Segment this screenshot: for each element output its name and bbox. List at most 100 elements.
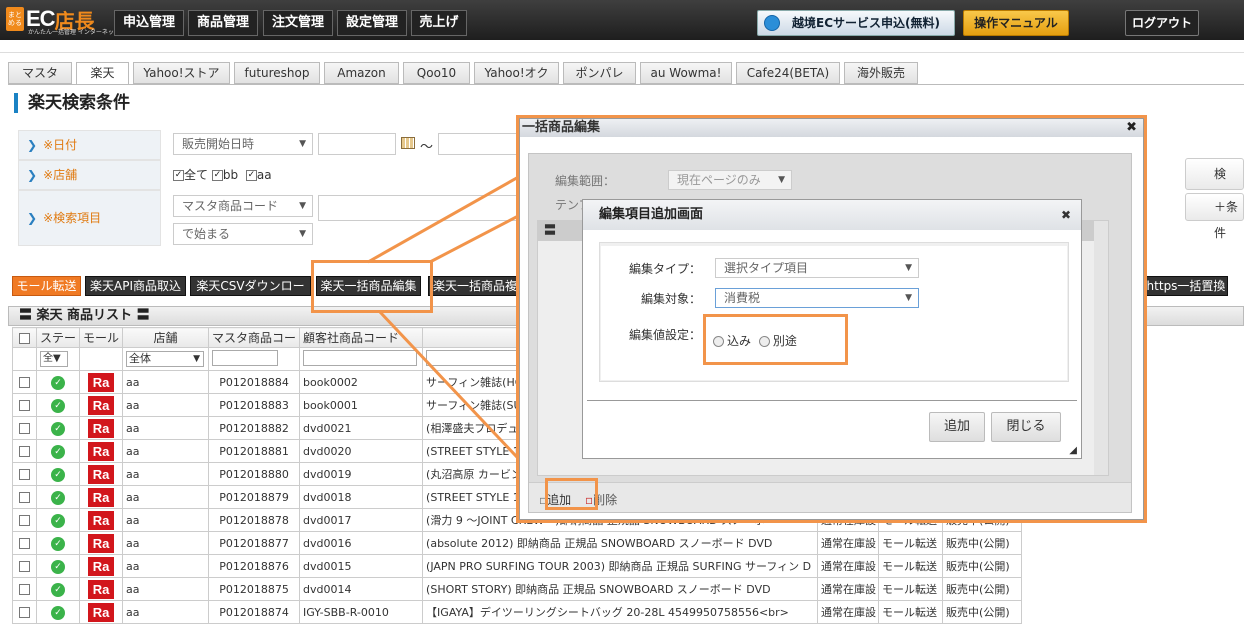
filter-master-input[interactable] bbox=[212, 349, 279, 366]
filter-store-select[interactable]: 全体 ▼ bbox=[126, 351, 205, 367]
filter-status-value: 全 bbox=[43, 353, 53, 364]
tab-cafe24[interactable]: Cafe24(BETA) bbox=[736, 62, 840, 84]
filter-master-cell bbox=[208, 347, 301, 371]
row-checkbox[interactable] bbox=[19, 423, 30, 434]
status-cell: ✓ bbox=[35, 554, 81, 578]
nav-apply[interactable]: 申込管理 bbox=[114, 10, 184, 36]
mall-transfer-button[interactable]: モール転送 bbox=[12, 276, 81, 296]
check-circle-icon: ✓ bbox=[51, 398, 65, 413]
product-name-cell[interactable]: (JAPN PRO SURFING TOUR 2003) 即納商品 正規品 SU… bbox=[422, 554, 819, 578]
filter-name-input[interactable] bbox=[426, 349, 527, 366]
logout-button[interactable]: ログアウト bbox=[1125, 10, 1199, 36]
csv-download-button[interactable]: 楽天CSVダウンロード bbox=[190, 276, 311, 311]
row-checkbox[interactable] bbox=[19, 561, 30, 572]
table-row[interactable]: ✓ Ra aa P012018875 dvd0014 (SHORT STORY) 即納商品… bbox=[12, 577, 1023, 601]
chevron-right-icon: ❯ bbox=[27, 138, 38, 152]
tab-futureshop[interactable]: futureshop bbox=[234, 62, 320, 84]
row-checkbox[interactable] bbox=[19, 607, 30, 618]
col-master-code[interactable]: マスタ商品コー bbox=[208, 327, 301, 348]
tab-rakuten[interactable]: 楽天 bbox=[76, 62, 129, 85]
date-label: ※日付 bbox=[43, 138, 78, 152]
check-circle-icon: ✓ bbox=[51, 513, 65, 528]
https-replace-button[interactable]: https一括置換 bbox=[1144, 276, 1228, 296]
search-button[interactable]: 検 bbox=[1185, 158, 1244, 190]
row-select-cell bbox=[12, 531, 37, 555]
date-from-input[interactable] bbox=[318, 133, 396, 155]
filter-status-select[interactable]: 全▼ bbox=[40, 351, 68, 367]
status-cell: ✓ bbox=[35, 485, 81, 509]
search-field-select[interactable]: マスタ商品コード ▼ bbox=[173, 195, 313, 217]
global-ec-button[interactable]: 越境ECサービス申込(無料) bbox=[757, 10, 955, 36]
row-checkbox[interactable] bbox=[19, 446, 30, 457]
rakuten-badge: Ra bbox=[88, 556, 115, 576]
tab-qoo10[interactable]: Qoo10 bbox=[403, 62, 470, 84]
app-logo[interactable]: まとめる EC 店長 かんたん一括管理 インターネットショップ bbox=[6, 5, 144, 36]
row-checkbox[interactable] bbox=[19, 538, 30, 549]
col-customer-code[interactable]: 顧客社商品コード bbox=[299, 327, 424, 348]
master-code-cell: P012018878 bbox=[208, 508, 301, 532]
sale-status-cell: 販売中(公開) bbox=[942, 600, 1023, 624]
product-name-cell[interactable]: (SHORT STORY) 即納商品 正規品 SNOWBOARD スノーボード … bbox=[422, 577, 819, 601]
api-import-button[interactable]: 楽天API商品取込 bbox=[85, 276, 186, 296]
nav-sales[interactable]: 売上げ bbox=[411, 10, 467, 36]
tab-amazon[interactable]: Amazon bbox=[324, 62, 399, 84]
checkbox-bb[interactable]: ✓ bbox=[211, 170, 223, 181]
date-type-select[interactable]: 販売開始日時 ▼ bbox=[173, 133, 313, 155]
row-checkbox[interactable] bbox=[19, 377, 30, 388]
filter-blank bbox=[79, 347, 124, 371]
store-cell: aa bbox=[122, 531, 210, 555]
calendar-icon[interactable] bbox=[401, 137, 415, 149]
row-checkbox[interactable] bbox=[19, 469, 30, 480]
product-name-cell[interactable]: 【IGAYA】デイツーリングシートバッグ 20-28L 454995075855… bbox=[422, 600, 819, 624]
tab-wowma[interactable]: au Wowma! bbox=[640, 62, 732, 84]
customer-code-cell: dvd0018 bbox=[299, 485, 424, 509]
tab-master[interactable]: マスタ bbox=[8, 62, 72, 84]
bulk-copy-button[interactable]: 楽天一括商品複 bbox=[428, 276, 519, 296]
product-name-cell[interactable]: (absolute 2012) 即納商品 正規品 SNOWBOARD スノーボー… bbox=[422, 531, 819, 555]
customer-code-cell: dvd0020 bbox=[299, 439, 424, 463]
search-item-label: ※検索項目 bbox=[43, 211, 102, 225]
stock-cell: 通常在庫設 bbox=[817, 554, 880, 578]
tab-yahoo-store[interactable]: Yahoo!ストア bbox=[133, 62, 230, 84]
manual-button[interactable]: 操作マニュアル bbox=[963, 10, 1069, 36]
checkbox-all[interactable]: ✓ bbox=[173, 170, 184, 181]
customer-code-cell: dvd0021 bbox=[299, 416, 424, 440]
match-type-select[interactable]: で始まる ▼ bbox=[173, 223, 313, 245]
row-checkbox[interactable] bbox=[19, 584, 30, 595]
mall-cell: Ra bbox=[79, 370, 124, 394]
highlight-tax-option bbox=[703, 314, 848, 365]
table-row[interactable]: ✓ Ra aa P012018876 dvd0015 (JAPN PRO SURFING … bbox=[12, 554, 1023, 578]
date-to-input[interactable] bbox=[438, 133, 518, 155]
status-cell: ✓ bbox=[35, 416, 81, 440]
col-mall[interactable]: モール bbox=[79, 327, 124, 348]
nav-settings[interactable]: 設定管理 bbox=[337, 10, 407, 36]
search-item-condition: ❯ ※検索項目 bbox=[18, 190, 161, 246]
master-code-cell: P012018876 bbox=[208, 554, 301, 578]
row-checkbox[interactable] bbox=[19, 492, 30, 503]
check-circle-icon: ✓ bbox=[51, 582, 65, 597]
select-all-checkbox[interactable] bbox=[19, 332, 30, 344]
store-checkboxes: ✓ 全て ✓ bb ✓ aa bbox=[173, 166, 272, 183]
stock-cell: 通常在庫設 bbox=[817, 577, 880, 601]
col-store[interactable]: 店舗 bbox=[122, 327, 210, 348]
store-condition: ❯ ※店舗 bbox=[18, 160, 161, 190]
match-type-select-value: で始まる bbox=[182, 227, 231, 241]
select-all-cell bbox=[12, 327, 37, 348]
status-cell: ✓ bbox=[35, 462, 81, 486]
nav-products[interactable]: 商品管理 bbox=[188, 10, 258, 36]
tab-overseas[interactable]: 海外販売 bbox=[844, 62, 918, 84]
col-status[interactable]: ステー bbox=[35, 327, 81, 348]
tab-ponpare[interactable]: ポンパレ bbox=[563, 62, 636, 84]
tab-yahoo-auction[interactable]: Yahoo!オク bbox=[474, 62, 559, 84]
checkbox-aa[interactable]: ✓ bbox=[245, 170, 257, 181]
row-checkbox[interactable] bbox=[19, 515, 30, 526]
table-row[interactable]: ✓ Ra aa P012018877 dvd0016 (absolute 2012) 即納… bbox=[12, 531, 1023, 555]
search-keyword-input[interactable] bbox=[318, 195, 518, 221]
row-select-cell bbox=[12, 508, 37, 532]
nav-orders[interactable]: 注文管理 bbox=[263, 10, 333, 36]
search-field-select-value: マスタ商品コード bbox=[182, 199, 279, 213]
add-condition-button[interactable]: ＋条件 bbox=[1185, 193, 1244, 240]
table-row[interactable]: ✓ Ra aa P012018874 IGY-SBB-R-0010 【IGAYA】デイツー… bbox=[12, 600, 1023, 624]
row-checkbox[interactable] bbox=[19, 400, 30, 411]
filter-code-input[interactable] bbox=[303, 349, 418, 366]
